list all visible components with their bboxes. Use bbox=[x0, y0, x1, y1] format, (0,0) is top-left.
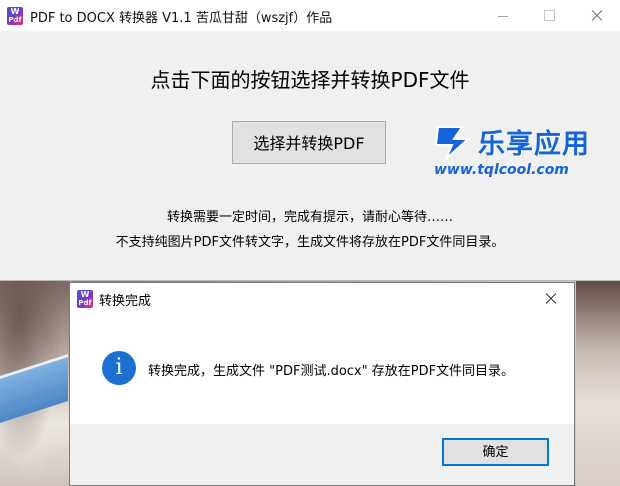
window-title: PDF to DOCX 转换器 V1.1 苦瓜甘甜（wszjf）作品 bbox=[30, 11, 333, 26]
main-titlebar[interactable]: W Pdf PDF to DOCX 转换器 V1.1 苦瓜甘甜（wszjf）作品 bbox=[0, 0, 620, 31]
dialog-titlebar[interactable]: W Pdf 转换完成 bbox=[70, 283, 574, 314]
dialog-app-icon: W Pdf bbox=[77, 290, 93, 308]
wait-notice: 转换需要一定时间，完成有提示，请耐心等待…… bbox=[166, 210, 453, 225]
close-icon[interactable] bbox=[574, 0, 620, 31]
watermark-name: 乐享应用 bbox=[478, 129, 590, 160]
watermark-url: www.tqlcool.com bbox=[434, 162, 569, 178]
maximize-icon[interactable] bbox=[526, 0, 572, 31]
select-and-convert-button[interactable]: 选择并转换PDF bbox=[232, 121, 386, 164]
watermark-logo-icon bbox=[434, 126, 471, 160]
ok-button[interactable]: 确定 bbox=[442, 438, 549, 466]
page-headline: 点击下面的按钮选择并转换PDF文件 bbox=[150, 68, 470, 92]
app-icon: W Pdf bbox=[7, 7, 23, 25]
dialog-title: 转换完成 bbox=[99, 294, 152, 309]
main-window: W Pdf PDF to DOCX 转换器 V1.1 苦瓜甘甜（wszjf）作品 … bbox=[0, 0, 620, 281]
completion-dialog: W Pdf 转换完成 i 转换完成，生成文件 "PDF测试.docx" 存放在PD… bbox=[69, 282, 575, 486]
dialog-message: 转换完成，生成文件 "PDF测试.docx" 存放在PDF文件同目录。 bbox=[148, 364, 515, 379]
minimize-icon[interactable] bbox=[480, 0, 526, 31]
dialog-footer: 确定 bbox=[70, 424, 574, 485]
dialog-close-icon[interactable] bbox=[528, 283, 574, 314]
background-photo-right bbox=[576, 281, 620, 486]
limitation-notice: 不支持纯图片PDF文件转文字，生成文件将存放在PDF文件同目录。 bbox=[115, 235, 505, 250]
info-icon: i bbox=[102, 351, 136, 385]
